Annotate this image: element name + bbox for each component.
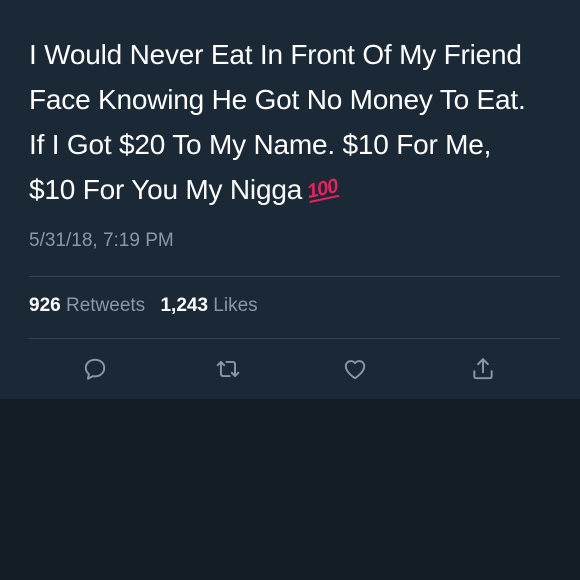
hundred-points-emoji-icon: 100 (305, 175, 340, 204)
tweet-card: I Would Never Eat In Front Of My Friend … (0, 0, 580, 399)
likes-count: 1,243 (160, 295, 209, 316)
like-button[interactable] (340, 354, 370, 384)
share-button[interactable] (468, 354, 498, 384)
retweet-button[interactable] (213, 354, 243, 384)
share-icon (473, 358, 493, 380)
tweet-text-line: Face Knowing He Got No Money To Eat. (29, 84, 526, 115)
tweet-text-line: I Would Never Eat In Front Of My Friend (29, 39, 522, 70)
tweet-text-line: If I Got $20 To My Name. $10 For Me, (29, 129, 492, 160)
likes-stat[interactable]: 1,243 Likes (160, 295, 257, 316)
divider (29, 338, 560, 339)
tweet-text-line-last: $10 For You My Nigga 100 (29, 167, 559, 216)
likes-label: Likes (213, 295, 258, 316)
tweet-stats: 926 Retweets 1,243 Likes (29, 295, 258, 317)
tweet-text-line-content: $10 For You My Nigga (29, 174, 303, 205)
reply-icon (84, 358, 106, 380)
tweet-actions (0, 354, 580, 386)
tweet-text: I Would Never Eat In Front Of My Friend … (29, 32, 559, 216)
tweet-timestamp[interactable]: 5/31/18, 7:19 PM (29, 230, 174, 252)
retweets-stat[interactable]: 926 Retweets (29, 295, 145, 316)
retweets-count: 926 (29, 295, 61, 316)
retweets-label: Retweets (65, 295, 146, 316)
retweet-icon (216, 360, 240, 378)
reply-button[interactable] (80, 354, 110, 384)
like-icon (344, 360, 366, 380)
divider (29, 276, 560, 277)
